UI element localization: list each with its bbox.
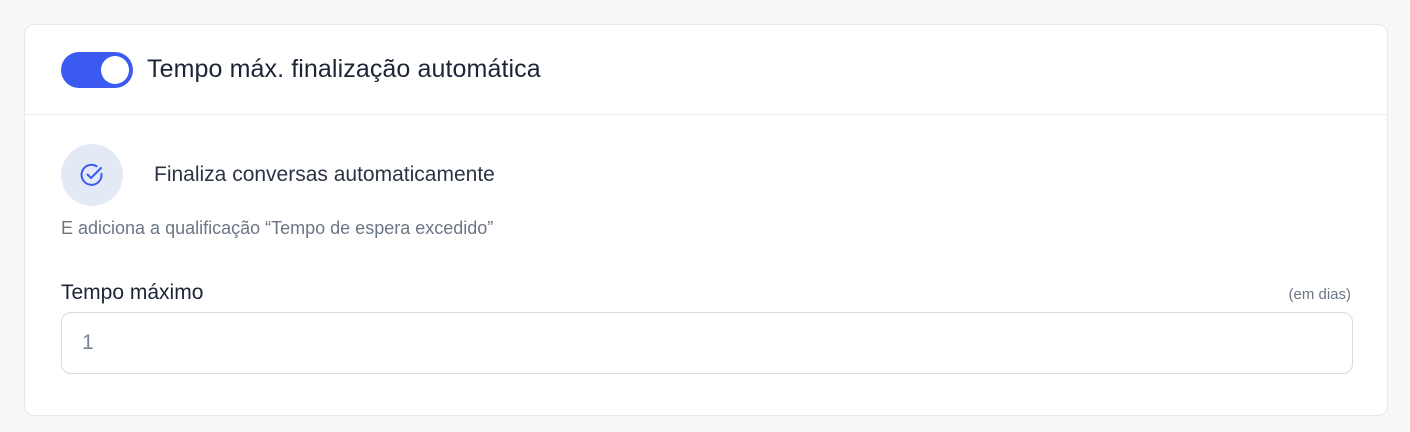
info-title: Finaliza conversas automaticamente [154,163,495,186]
settings-card: Tempo máx. finalização automática Finali… [24,24,1388,416]
toggle-knob [101,55,129,84]
info-row: Finaliza conversas automaticamente [61,143,1351,207]
info-subtitle: E adiciona a qualificação “Tempo de espe… [61,218,494,238]
max-time-label: Tempo máximo [61,281,204,304]
card-body: Finaliza conversas automaticamente E adi… [25,115,1387,374]
field-label-row: Tempo máximo (em dias) [61,281,1351,305]
unit-hint: (em dias) [1288,286,1351,303]
card-header: Tempo máx. finalização automática [25,25,1387,115]
max-time-input[interactable] [61,312,1353,374]
check-circle-icon [61,144,123,206]
auto-finalize-toggle[interactable] [61,51,133,88]
section-title: Tempo máx. finalização automática [147,55,541,83]
